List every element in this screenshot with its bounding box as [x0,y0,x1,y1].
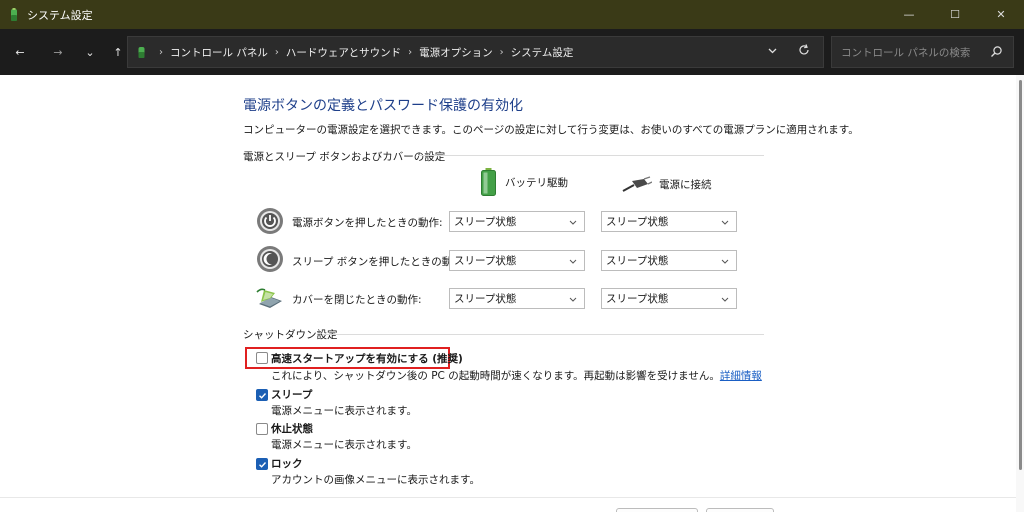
chevron-right-icon[interactable]: › [275,47,279,58]
refresh-button[interactable] [797,43,811,61]
group-divider [418,155,764,156]
page-title: 電源ボタンの定義とパスワード保護の有効化 [243,98,523,114]
select-value: スリープ状態 [454,216,517,228]
power-button-battery-select[interactable]: スリープ状態 [449,211,585,232]
battery-column-header: バッテリ駆動 [481,168,568,196]
address-bar[interactable]: › コントロール パネル › ハードウェアとサウンド › 電源オプション › シ… [127,36,824,68]
search-box[interactable]: コントロール パネルの検索 [831,36,1014,68]
sleep-icon [257,246,283,272]
breadcrumb-hardware-sound[interactable]: ハードウェアとサウンド [286,45,401,60]
fast-startup-description: これにより、シャットダウン後の PC の起動時間が速くなります。再起動は影響を受… [271,368,762,383]
close-icon: ✕ [996,8,1006,21]
lock-option-label[interactable]: ロック [271,456,303,471]
forward-button[interactable]: → [44,38,72,66]
select-value: スリープ状態 [454,255,517,267]
maximize-icon: ☐ [950,8,960,21]
close-button[interactable]: ✕ [978,0,1024,29]
lid-close-plugged-select[interactable]: スリープ状態 [601,288,737,309]
navigation-bar: ← → ⌄ ↑ › コントロール パネル › ハードウェアとサウンド › 電源オ… [0,29,1024,75]
sleep-checkbox[interactable] [256,389,268,401]
power-group-label: 電源とスリープ ボタンおよびカバーの設定 [243,151,446,163]
sleep-option-description: 電源メニューに表示されます。 [271,405,417,417]
up-arrow-icon: ↑ [113,45,123,59]
sleep-button-plugged-select[interactable]: スリープ状態 [601,250,737,271]
search-input[interactable]: コントロール パネルの検索 [841,45,970,60]
power-plug-icon [622,176,652,192]
scrollbar-thumb[interactable] [1019,80,1022,470]
page-description: コンピューターの電源設定を選択できます。このページの設定に対して行う変更は、お使… [243,124,859,136]
laptop-lid-icon [256,288,282,308]
select-value: スリープ状態 [606,255,669,267]
power-button-label: 電源ボタンを押したときの動作: [292,217,443,229]
back-arrow-icon: ← [15,45,25,59]
breadcrumb: › コントロール パネル › ハードウェアとサウンド › 電源オプション › シ… [152,45,573,60]
lock-checkbox[interactable] [256,458,268,470]
search-icon[interactable] [990,45,1003,58]
chevron-down-icon [721,297,729,302]
power-button-plugged-select[interactable]: スリープ状態 [601,211,737,232]
minimize-button[interactable]: — [886,0,932,29]
chevron-down-icon [721,259,729,264]
sleep-button-label: スリープ ボタンを押したときの動作: [292,256,467,268]
battery-column-label: バッテリ駆動 [505,176,568,189]
cancel-button[interactable] [706,508,774,512]
hibernate-checkbox[interactable] [256,423,268,435]
plugged-column-header: 電源に接続 [622,176,712,192]
address-history-button[interactable] [767,45,778,59]
chevron-down-icon [569,259,577,264]
power-icon [257,208,283,234]
chevron-right-icon[interactable]: › [500,47,504,58]
control-panel-icon [11,7,17,21]
footer-divider [0,497,1016,498]
back-button[interactable]: ← [6,38,34,66]
plugged-column-label: 電源に接続 [659,178,712,191]
forward-arrow-icon: → [53,45,63,59]
hibernate-option-description: 電源メニューに表示されます。 [271,439,417,451]
group-divider [322,334,764,335]
select-value: スリープ状態 [606,216,669,228]
title-bar: システム設定 — ☐ ✕ [0,0,1024,29]
lid-close-label: カバーを閉じたときの動作: [292,294,422,306]
chevron-down-icon [569,297,577,302]
sleep-option-label[interactable]: スリープ [271,387,312,402]
fast-startup-checkbox[interactable] [256,352,268,364]
control-panel-icon [138,46,145,58]
fast-startup-desc-text: これにより、シャットダウン後の PC の起動時間が速くなります。再起動は影響を受… [271,370,720,382]
chevron-down-icon: ⌄ [85,45,95,59]
battery-icon [481,168,496,196]
breadcrumb-power-options[interactable]: 電源オプション [419,45,493,60]
chevron-down-icon [569,220,577,225]
minimize-icon: — [903,8,915,21]
checkmark-icon [258,392,266,399]
window-title: システム設定 [27,8,93,22]
lid-close-battery-select[interactable]: スリープ状態 [449,288,585,309]
recent-locations-button[interactable]: ⌄ [76,38,104,66]
fast-startup-label[interactable]: 高速スタートアップを有効にする (推奨) [271,351,463,366]
select-value: スリープ状態 [454,293,517,305]
checkmark-icon [258,461,266,468]
chevron-down-icon [721,220,729,225]
save-changes-button[interactable] [616,508,698,512]
breadcrumb-control-panel[interactable]: コントロール パネル [170,45,268,60]
chevron-down-icon [768,48,777,54]
select-value: スリープ状態 [606,293,669,305]
more-info-link[interactable]: 詳細情報 [720,370,762,382]
chevron-right-icon[interactable]: › [408,47,412,58]
lock-option-description: アカウントの画像メニューに表示されます。 [271,474,480,486]
hibernate-option-label[interactable]: 休止状態 [271,421,313,436]
maximize-button[interactable]: ☐ [932,0,978,29]
sleep-button-battery-select[interactable]: スリープ状態 [449,250,585,271]
refresh-icon [799,44,809,55]
breadcrumb-system-settings[interactable]: システム設定 [511,45,574,60]
chevron-right-icon: › [159,46,163,58]
